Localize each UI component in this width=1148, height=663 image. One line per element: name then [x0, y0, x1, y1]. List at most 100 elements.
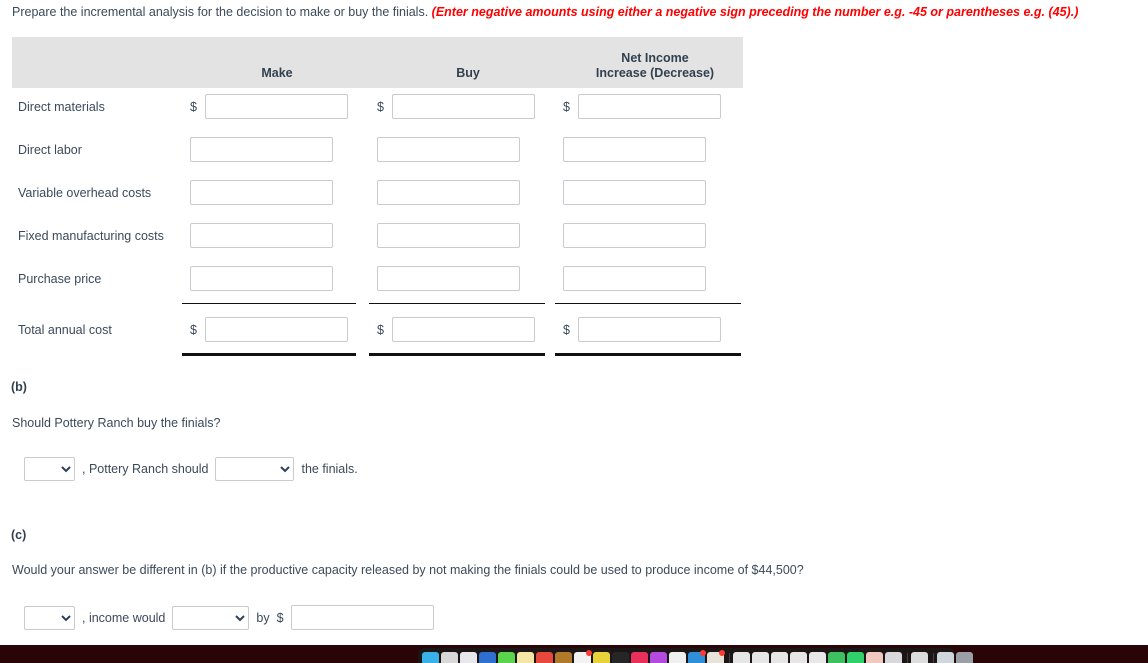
- input-fixed-manufacturing-net[interactable]: [563, 223, 706, 248]
- part-c-text-middle: , income would: [82, 610, 166, 625]
- podcasts-icon[interactable]: [650, 652, 667, 663]
- downloads-icon[interactable]: [911, 652, 928, 663]
- dock-badge: [719, 650, 725, 656]
- launchpad-icon[interactable]: [441, 652, 458, 663]
- input-variable-overhead-net[interactable]: [563, 180, 706, 205]
- currency-symbol: $: [190, 100, 197, 114]
- reminders-icon[interactable]: [593, 652, 610, 663]
- onenote-icon[interactable]: [790, 652, 807, 663]
- total-rule-bottom-buy: [369, 353, 545, 356]
- prompt-hint: (Enter negative amounts using either a n…: [431, 5, 1079, 19]
- acrobat-icon[interactable]: [866, 652, 883, 663]
- row-label: Total annual cost: [18, 323, 112, 337]
- cell-net: [563, 223, 748, 253]
- calendar-icon[interactable]: [574, 650, 592, 663]
- cell-net: $: [563, 317, 748, 347]
- dropbox-icon[interactable]: [688, 650, 706, 663]
- input-fixed-manufacturing-make[interactable]: [190, 223, 333, 248]
- input-total-annual-cost-make[interactable]: [205, 317, 348, 342]
- currency-symbol: $: [563, 100, 570, 114]
- input-direct-labor-make[interactable]: [190, 137, 333, 162]
- total-rule-bottom-net: [555, 353, 741, 356]
- input-total-annual-cost-buy[interactable]: [392, 317, 535, 342]
- total-rule-top-make: [182, 303, 356, 304]
- prompt-main: Prepare the incremental analysis for the…: [12, 5, 429, 19]
- spotify-icon[interactable]: [847, 652, 864, 663]
- finder-icon[interactable]: [422, 652, 439, 663]
- input-purchase-price-net[interactable]: [563, 266, 706, 291]
- folder-icon[interactable]: [937, 652, 954, 663]
- os-taskbar: [0, 645, 1148, 663]
- part-c-question: Would your answer be different in (b) if…: [12, 563, 804, 577]
- part-b-answer-row: , Pottery Ranch should the finials.: [24, 457, 365, 481]
- column-header-make: Make: [261, 66, 293, 80]
- input-total-annual-cost-net[interactable]: [578, 317, 721, 342]
- column-header-net-income-line1: Net Income: [621, 51, 689, 65]
- incremental-analysis-table: Make Buy Net Income Increase (Decrease) …: [12, 37, 743, 356]
- cell-make: [190, 266, 370, 296]
- part-c-dropdown-direction[interactable]: [172, 605, 250, 630]
- total-rule-top-buy: [369, 303, 545, 304]
- cell-buy: $: [377, 94, 557, 124]
- appstore-icon[interactable]: [669, 652, 686, 663]
- input-direct-materials-buy[interactable]: [392, 94, 535, 119]
- table-row: Purchase price: [12, 260, 743, 303]
- cell-net: $: [563, 94, 748, 124]
- table-row: Direct materials $ $ $: [12, 88, 743, 131]
- notes2-icon[interactable]: [809, 652, 826, 663]
- maps-icon[interactable]: [536, 652, 553, 663]
- total-rule-top-net: [555, 303, 741, 304]
- table-row: Variable overhead costs: [12, 174, 743, 217]
- photos-icon[interactable]: [707, 650, 725, 663]
- trash-icon[interactable]: [956, 652, 973, 663]
- part-c-dropdown-yes-no[interactable]: [24, 605, 75, 630]
- part-b-letter: (b): [11, 380, 27, 394]
- preview-icon[interactable]: [885, 652, 902, 663]
- cell-net: [563, 266, 748, 296]
- row-label: Variable overhead costs: [18, 186, 152, 200]
- currency-symbol: $: [563, 323, 570, 337]
- input-direct-materials-make[interactable]: [205, 94, 348, 119]
- input-variable-overhead-buy[interactable]: [377, 180, 520, 205]
- music-icon[interactable]: [631, 652, 648, 663]
- part-c-answer-row: , income would by $: [24, 605, 434, 630]
- cell-net: [563, 180, 748, 210]
- input-direct-labor-net[interactable]: [563, 137, 706, 162]
- part-b-dropdown-yes-no[interactable]: [24, 457, 75, 481]
- word-icon[interactable]: [733, 652, 750, 663]
- cell-make: [190, 223, 370, 253]
- input-fixed-manufacturing-buy[interactable]: [377, 223, 520, 248]
- mail-icon[interactable]: [479, 652, 496, 663]
- table-row: Fixed manufacturing costs: [12, 217, 743, 260]
- dock-separator: [729, 653, 730, 663]
- dock-badge: [586, 650, 592, 656]
- terminal-icon[interactable]: [612, 652, 629, 663]
- macos-dock[interactable]: [418, 648, 973, 663]
- part-c-letter: (c): [11, 528, 27, 542]
- input-purchase-price-make[interactable]: [190, 266, 333, 291]
- column-header-net-income-line2: Increase (Decrease): [595, 66, 715, 80]
- part-c-amount-input[interactable]: [290, 605, 434, 630]
- part-b-question: Should Pottery Ranch buy the finials?: [12, 416, 221, 430]
- chrome-icon[interactable]: [828, 652, 845, 663]
- notes-icon[interactable]: [517, 652, 534, 663]
- table-total-row: Total annual cost $ $ $: [12, 303, 743, 356]
- dock-separator: [933, 653, 934, 663]
- part-b-dropdown-action[interactable]: [215, 457, 295, 481]
- currency-symbol: $: [377, 323, 384, 337]
- cell-make: [190, 137, 370, 167]
- excel-icon[interactable]: [752, 652, 769, 663]
- input-variable-overhead-make[interactable]: [190, 180, 333, 205]
- safari-icon[interactable]: [460, 652, 477, 663]
- messages-icon[interactable]: [498, 652, 515, 663]
- input-direct-materials-net[interactable]: [578, 94, 721, 119]
- cell-net: [563, 137, 748, 167]
- cell-buy: $: [377, 317, 557, 347]
- column-header-net-income: Net Income Increase (Decrease): [560, 51, 750, 81]
- powerpoint-icon[interactable]: [771, 652, 788, 663]
- cell-buy: [377, 223, 557, 253]
- contacts-icon[interactable]: [555, 652, 572, 663]
- input-purchase-price-buy[interactable]: [377, 266, 520, 291]
- column-header-buy: Buy: [456, 66, 480, 80]
- input-direct-labor-buy[interactable]: [377, 137, 520, 162]
